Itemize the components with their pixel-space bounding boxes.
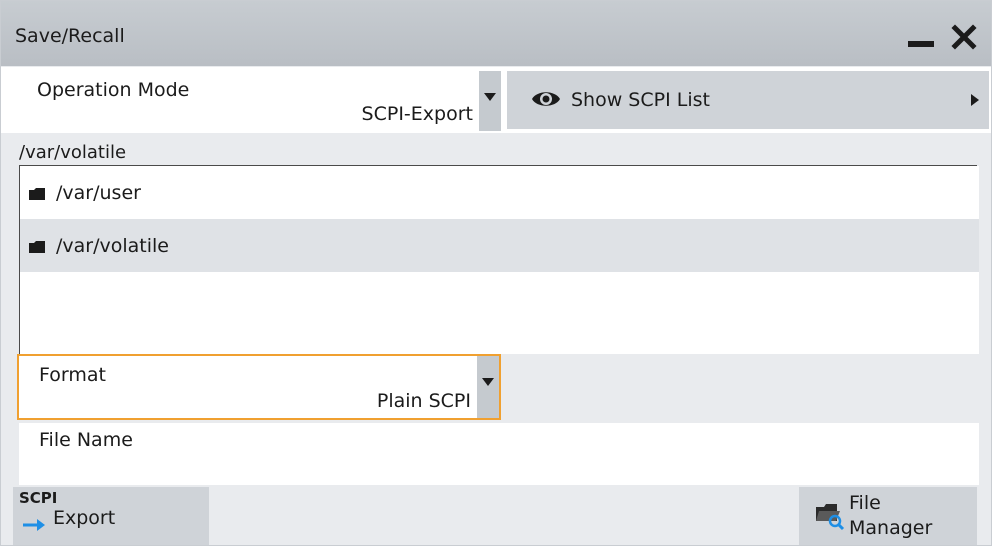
directory-item-label: /var/volatile	[56, 235, 169, 257]
arrow-right-icon	[23, 519, 45, 531]
operation-mode-dropdown-button[interactable]	[479, 71, 501, 131]
file-name-label: File Name	[39, 429, 133, 451]
triangle-right-icon	[971, 94, 979, 106]
eye-icon	[532, 92, 560, 106]
operation-mode-combo[interactable]: Operation Mode SCPI-Export	[17, 71, 501, 131]
file-manager-label: File Manager	[849, 491, 959, 541]
current-path: /var/volatile	[19, 142, 127, 163]
minimize-button[interactable]	[904, 19, 940, 55]
format-label: Format	[39, 364, 106, 386]
folder-icon	[29, 188, 45, 200]
format-value: Plain SCPI	[376, 390, 471, 412]
minimize-icon	[908, 41, 934, 47]
file-manager-label-line2: Manager	[849, 517, 933, 539]
export-label: Export	[53, 507, 116, 529]
close-button[interactable]	[946, 19, 982, 55]
file-manager-button[interactable]: File Manager	[799, 487, 977, 545]
operation-mode-label: Operation Mode	[37, 79, 190, 101]
directory-item-label: /var/user	[56, 182, 141, 204]
chevron-down-icon	[484, 93, 496, 101]
operation-mode-value: SCPI-Export	[361, 103, 473, 125]
folder-icon	[29, 241, 45, 253]
directory-item-var-user[interactable]: /var/user	[20, 166, 979, 219]
show-scpi-list-label: Show SCPI List	[571, 89, 710, 111]
dialog-title: Save/Recall	[15, 25, 125, 47]
directory-list[interactable]: /var/user /var/volatile	[19, 166, 979, 356]
scpi-badge: SCPI	[19, 489, 58, 507]
format-dropdown-button[interactable]	[477, 356, 499, 418]
close-icon	[951, 24, 977, 50]
export-button[interactable]: SCPI Export	[13, 487, 209, 545]
file-manager-label-line1: File	[849, 492, 881, 514]
chevron-down-icon	[482, 378, 494, 386]
directory-item-var-volatile[interactable]: /var/volatile	[20, 219, 979, 272]
file-name-field[interactable]: File Name	[19, 423, 979, 485]
show-scpi-list-button[interactable]: Show SCPI List	[507, 71, 989, 129]
folder-search-icon	[816, 504, 845, 531]
format-combo[interactable]: Format Plain SCPI	[17, 354, 501, 420]
title-bar: Save/Recall	[1, 1, 991, 66]
save-recall-dialog: Save/Recall Operation Mode SCPI-Export S…	[0, 0, 992, 546]
